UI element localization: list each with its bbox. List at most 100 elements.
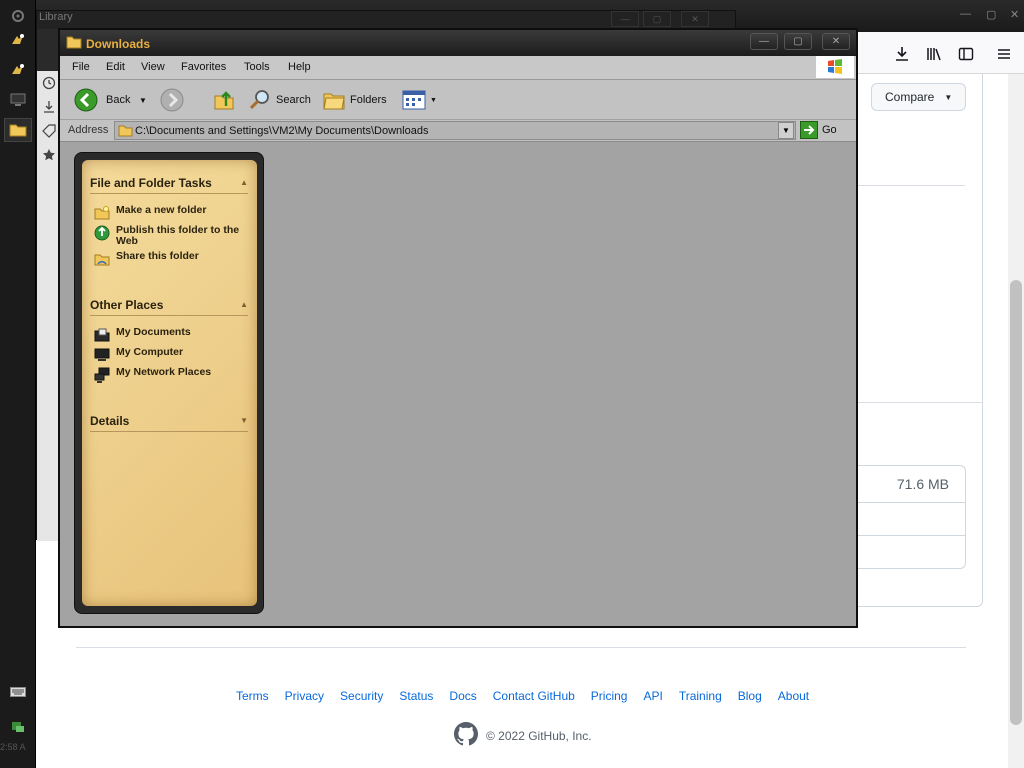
browser-minimize-button[interactable]: — xyxy=(960,8,971,20)
library-close-button[interactable]: ✕ xyxy=(681,11,709,27)
place-my-computer[interactable]: My Computer xyxy=(94,347,244,363)
browser-maximize-button[interactable]: ▢ xyxy=(986,8,996,21)
views-button[interactable]: ▼ xyxy=(402,86,437,114)
github-logo-icon[interactable] xyxy=(454,722,478,749)
explorer-titlebar[interactable]: Downloads — ▢ ✕ xyxy=(60,30,856,56)
folders-label: Folders xyxy=(350,94,387,106)
collapse-chevron-icon[interactable]: ▲ xyxy=(240,178,248,187)
minimize-button[interactable]: — xyxy=(750,33,778,50)
caret-down-icon: ▼ xyxy=(944,92,953,102)
place-label: My Network Places xyxy=(116,366,212,378)
task-label: Publish this folder to the Web xyxy=(116,224,240,247)
address-dropdown-button[interactable]: ▼ xyxy=(778,122,794,139)
folder-icon[interactable] xyxy=(4,118,32,142)
back-history-dropdown[interactable]: ▼ xyxy=(139,86,147,114)
network-tray-icon[interactable] xyxy=(4,714,32,738)
menu-tools[interactable]: Tools xyxy=(244,61,270,73)
browser-toolbar xyxy=(856,32,1024,74)
menu-help[interactable]: Help xyxy=(288,61,311,73)
file-folder-tasks-header[interactable]: File and Folder Tasks ▲ xyxy=(90,172,248,194)
downloads-icon[interactable] xyxy=(892,44,912,64)
footer-link-api[interactable]: API xyxy=(643,689,662,703)
search-icon xyxy=(249,90,269,110)
divider xyxy=(855,185,965,186)
task-label: Share this folder xyxy=(116,250,199,262)
library-maximize-button[interactable]: ▢ xyxy=(643,11,671,27)
up-folder-icon xyxy=(214,91,234,110)
system-menu-icon[interactable] xyxy=(4,4,32,28)
footer-copyright: © 2022 GitHub, Inc. xyxy=(454,722,592,749)
windows-logo-icon xyxy=(816,56,854,78)
menu-view[interactable]: View xyxy=(141,61,165,73)
scrollbar-thumb[interactable] xyxy=(1010,280,1022,725)
monitor-icon[interactable] xyxy=(4,88,32,112)
footer-link-status[interactable]: Status xyxy=(399,689,433,703)
footer-link-training[interactable]: Training xyxy=(679,689,722,703)
search-label: Search xyxy=(276,94,311,106)
explorer-window: Downloads — ▢ ✕ File Edit View Favorites… xyxy=(58,28,858,628)
release-panel-edge xyxy=(855,74,983,402)
keyboard-icon[interactable] xyxy=(4,680,32,704)
section-title: Details xyxy=(90,413,130,428)
close-button[interactable]: ✕ xyxy=(822,33,850,50)
go-arrow-icon xyxy=(800,121,818,139)
details-header[interactable]: Details ▼ xyxy=(90,410,248,432)
address-input[interactable]: C:\Documents and Settings\VM2\My Documen… xyxy=(114,121,796,140)
place-my-documents[interactable]: My Documents xyxy=(94,327,244,343)
menubar: File Edit View Favorites Tools Help xyxy=(60,56,856,80)
downloads-icon[interactable] xyxy=(39,97,59,117)
assets-list: 71.6 MB xyxy=(855,465,966,569)
app-icon-2[interactable] xyxy=(4,58,32,82)
task-make-new-folder[interactable]: Make a new folder xyxy=(94,205,244,221)
place-my-network-places[interactable]: My Network Places xyxy=(94,367,244,383)
maximize-button[interactable]: ▢ xyxy=(784,33,812,50)
task-label: Make a new folder xyxy=(116,204,207,216)
app-icon-1[interactable] xyxy=(4,28,32,52)
history-icon[interactable] xyxy=(39,73,59,93)
folder-content-area[interactable]: File and Folder Tasks ▲ Make a new folde… xyxy=(60,142,856,626)
footer-link-contact[interactable]: Contact GitHub xyxy=(493,689,575,703)
footer-link-terms[interactable]: Terms xyxy=(236,689,269,703)
star-icon[interactable] xyxy=(39,145,59,165)
search-button[interactable]: Search xyxy=(248,86,311,114)
folders-button[interactable]: Folders xyxy=(322,86,387,114)
task-publish-to-web[interactable]: Publish this folder to the Web xyxy=(94,225,244,247)
footer-link-privacy[interactable]: Privacy xyxy=(285,689,324,703)
footer-link-docs[interactable]: Docs xyxy=(449,689,476,703)
sidebar-icon[interactable] xyxy=(956,44,976,64)
place-label: My Documents xyxy=(116,326,191,338)
menu-favorites[interactable]: Favorites xyxy=(181,61,226,73)
network-places-icon xyxy=(94,367,110,383)
footer-link-blog[interactable]: Blog xyxy=(738,689,762,703)
footer-link-security[interactable]: Security xyxy=(340,689,383,703)
expand-chevron-icon[interactable]: ▼ xyxy=(240,416,248,425)
library-icon[interactable] xyxy=(924,44,944,64)
tags-icon[interactable] xyxy=(39,121,59,141)
new-folder-icon xyxy=(94,205,110,221)
collapse-chevron-icon[interactable]: ▲ xyxy=(240,300,248,309)
task-share-folder[interactable]: Share this folder xyxy=(94,251,244,267)
back-button[interactable]: Back xyxy=(74,86,130,114)
my-documents-icon xyxy=(94,327,110,343)
menu-edit[interactable]: Edit xyxy=(106,61,125,73)
folders-icon xyxy=(323,93,345,110)
library-minimize-button[interactable]: — xyxy=(611,11,639,27)
menu-file[interactable]: File xyxy=(72,61,90,73)
footer-link-about[interactable]: About xyxy=(778,689,809,703)
go-button[interactable]: Go xyxy=(800,121,837,139)
window-title: Downloads xyxy=(86,37,151,51)
forward-button[interactable] xyxy=(160,86,184,114)
compare-label: Compare xyxy=(885,90,935,104)
up-folder-button[interactable] xyxy=(212,86,236,114)
browser-close-button[interactable]: ✕ xyxy=(1010,8,1019,21)
compare-button[interactable]: Compare ▼ xyxy=(871,83,966,111)
footer-link-pricing[interactable]: Pricing xyxy=(591,689,628,703)
other-places-header[interactable]: Other Places ▲ xyxy=(90,294,248,316)
asset-size: 71.6 MB xyxy=(896,476,949,492)
toolbar: Back ▼ Search Folders ▼ xyxy=(60,80,856,120)
publish-web-icon xyxy=(94,225,110,241)
copyright-text: © 2022 GitHub, Inc. xyxy=(486,728,592,743)
hamburger-menu-icon[interactable] xyxy=(994,44,1014,64)
back-arrow-icon xyxy=(74,88,98,112)
chevron-down-icon: ▼ xyxy=(430,96,437,104)
